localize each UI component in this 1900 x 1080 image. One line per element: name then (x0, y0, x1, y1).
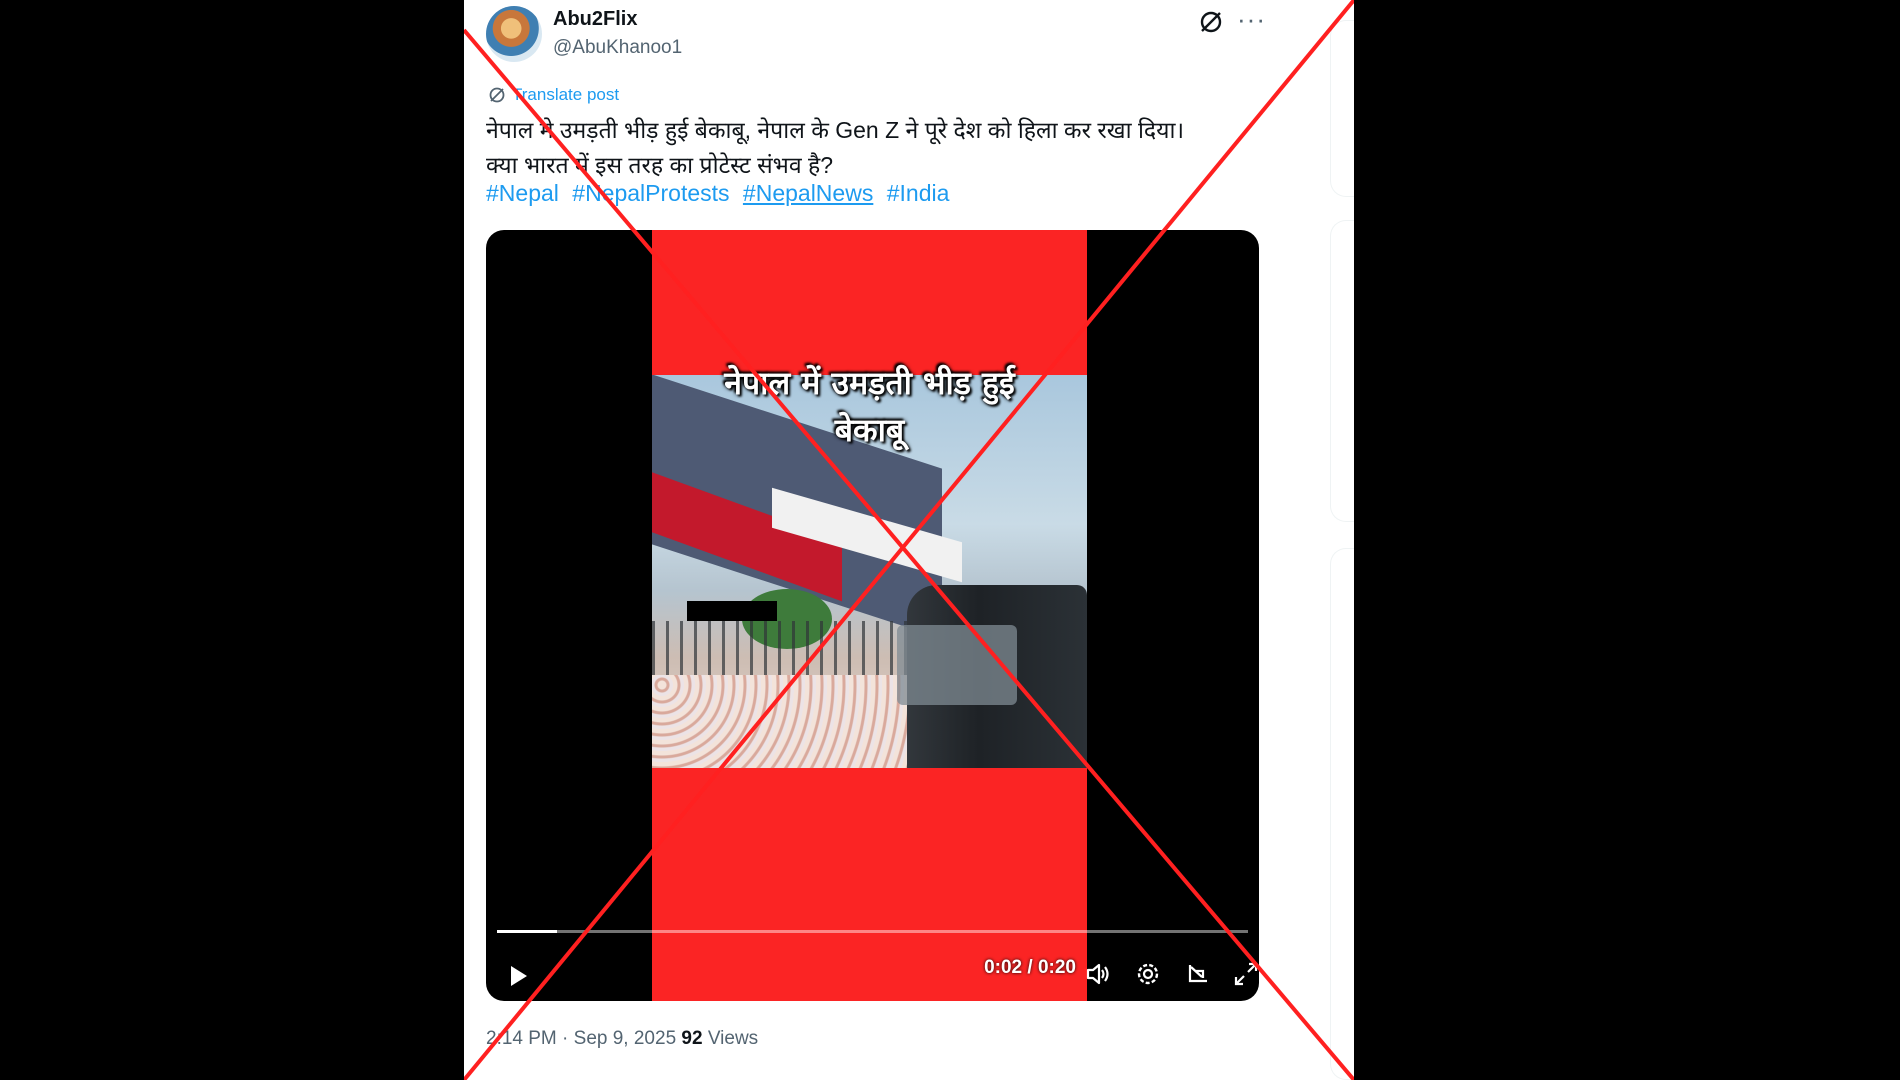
sidebar-card (1330, 220, 1354, 522)
video-caption-line-2: बेकाबू (834, 411, 905, 449)
video-time: 0:02 / 0:20 (984, 957, 1076, 978)
video-caption: नेपाल में उमड़ती भीड़ हुई बेकाबू (652, 360, 1087, 454)
play-icon[interactable] (502, 960, 534, 992)
views-count: 92 (681, 1028, 703, 1049)
tweet: Abu2Flix @AbuKhanoo1 ··· Translate post … (464, 0, 1284, 1080)
hashtag-nepalnews[interactable]: #NepalNews (743, 180, 873, 206)
pip-icon[interactable] (1183, 959, 1213, 989)
fullscreen-icon[interactable] (1231, 959, 1259, 989)
progress-fill (497, 930, 558, 933)
sidebar-card (1330, 548, 1354, 1080)
translate-post-label: Translate post (512, 85, 620, 104)
post-text-line-2: क्या भारत में इस तरह का प्रोटेस्ट संभव ह… (486, 152, 833, 178)
hashtag-nepal[interactable]: #Nepal (486, 180, 559, 206)
user-handle[interactable]: @AbuKhanoo1 (553, 37, 682, 59)
video-player[interactable]: नेपाल में उमड़ती भीड़ हुई बेकाबू 0:02 / … (486, 230, 1259, 1001)
display-name[interactable]: Abu2Flix (553, 8, 637, 31)
views-label: Views (702, 1028, 759, 1049)
sidebar-card (1330, 20, 1354, 197)
more-icon[interactable]: ··· (1237, 4, 1266, 35)
translate-post-link[interactable]: Translate post (488, 85, 619, 105)
tweet-page: Abu2Flix @AbuKhanoo1 ··· Translate post … (464, 0, 1354, 1080)
post-text-line-1: नेपाल मे उमड़ती भीड़ हुई बेकाबू, नेपाल क… (486, 117, 1185, 143)
translate-icon (489, 87, 505, 103)
censor-bar (687, 601, 777, 621)
post-time: 2:14 PM (486, 1028, 557, 1049)
settings-icon[interactable] (1133, 959, 1163, 989)
volume-icon[interactable] (1083, 959, 1113, 989)
hashtags: #Nepal #NepalProtests #NepalNews #India (486, 180, 956, 207)
separator: · (556, 1028, 574, 1049)
hashtag-india[interactable]: #India (887, 180, 950, 206)
grok-icon[interactable] (1198, 9, 1224, 35)
post-date: Sep 9, 2025 (573, 1028, 677, 1049)
video-caption-line-1: नेपाल में उमड़ती भीड़ हुई (724, 364, 1015, 402)
avatar[interactable] (486, 6, 542, 62)
hashtag-nepalprotests[interactable]: #NepalProtests (572, 180, 729, 206)
riot-shield (897, 625, 1017, 705)
post-timestamp[interactable]: 2:14 PM · Sep 9, 2025 92 Views (486, 1028, 758, 1050)
progress-bar[interactable] (497, 930, 1248, 933)
